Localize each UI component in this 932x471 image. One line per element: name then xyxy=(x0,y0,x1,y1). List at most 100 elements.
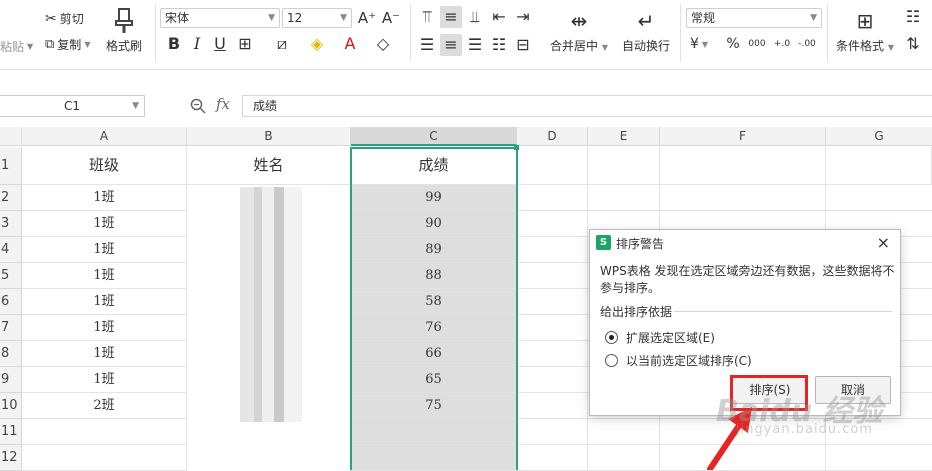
column-header-a[interactable]: A xyxy=(22,127,187,146)
cell-empty[interactable] xyxy=(660,147,826,185)
currency-button[interactable]: ¥ ▼ xyxy=(690,36,708,52)
cell-score[interactable]: 90 xyxy=(351,211,517,237)
justify-icon[interactable]: ☷ xyxy=(488,34,510,56)
fill-color-icon[interactable]: ◈ xyxy=(306,33,328,55)
increase-decimal-button[interactable]: +.0 xyxy=(771,33,793,55)
decrease-indent-icon[interactable]: ⇤ xyxy=(488,6,510,28)
cell-class[interactable]: 1班 xyxy=(22,289,187,315)
cell-b1[interactable]: 姓名 xyxy=(187,147,351,185)
align-right-icon[interactable]: ☰ xyxy=(464,34,486,56)
bold-icon[interactable]: B xyxy=(163,33,185,55)
format-painter-button[interactable]: 格式刷 xyxy=(106,8,142,54)
decrease-font-icon[interactable]: A⁻ xyxy=(380,7,402,29)
cell-class[interactable]: 2班 xyxy=(22,393,187,419)
decrease-decimal-button[interactable]: -.00 xyxy=(796,33,818,55)
font-size-select[interactable]: 12 ▼ xyxy=(282,8,352,28)
row-header[interactable]: 4 xyxy=(0,237,22,263)
cell-class[interactable]: 1班 xyxy=(22,185,187,211)
column-header-d[interactable]: D xyxy=(517,127,588,146)
cell-class[interactable]: 1班 xyxy=(22,341,187,367)
radio-unchecked-icon[interactable] xyxy=(605,354,618,367)
percent-button[interactable]: % xyxy=(722,33,744,55)
cell-score[interactable]: 65 xyxy=(351,367,517,393)
option-current-selection[interactable]: 以当前选定区域排序(C) xyxy=(605,352,752,369)
distributed-icon[interactable]: ⊟ xyxy=(512,34,534,56)
fill-handle[interactable] xyxy=(514,145,519,150)
cell-score[interactable]: 88 xyxy=(351,263,517,289)
align-top-icon[interactable]: ⫪ xyxy=(416,6,438,28)
cell-empty[interactable] xyxy=(517,147,588,185)
number-format-select[interactable]: 常规 ▼ xyxy=(686,8,822,28)
copy-icon: ⧉ xyxy=(45,37,55,52)
font-color-icon[interactable]: A xyxy=(339,33,361,55)
increase-indent-icon[interactable]: ⇥ xyxy=(512,6,534,28)
thousands-button[interactable]: 000 xyxy=(746,33,768,55)
cell-score[interactable]: 66 xyxy=(351,341,517,367)
cell-empty[interactable] xyxy=(351,419,517,445)
cell-score[interactable]: 76 xyxy=(351,315,517,341)
column-header-g[interactable]: G xyxy=(826,127,932,146)
conditional-format-button[interactable]: ⊞ 条件格式 ▼ xyxy=(836,8,894,54)
wrap-text-button[interactable]: ↵ 自动换行 xyxy=(622,8,670,54)
merge-center-button[interactable]: ⇹ 合并居中 ▼ xyxy=(550,8,608,54)
cell-score[interactable]: 75 xyxy=(351,393,517,419)
cell-class[interactable]: 1班 xyxy=(22,315,187,341)
cell-empty[interactable] xyxy=(351,445,517,471)
increase-font-icon[interactable]: A⁺ xyxy=(356,7,378,29)
underline-icon[interactable]: U xyxy=(209,33,231,55)
align-left-icon[interactable]: ☰ xyxy=(416,34,438,56)
clear-format-icon[interactable]: ◇ xyxy=(372,33,394,55)
row-header[interactable]: 7 xyxy=(0,315,22,341)
row-col-icon[interactable]: ⇅ xyxy=(902,33,924,55)
cancel-button[interactable]: 取消 xyxy=(815,376,891,404)
column-header-c[interactable]: C xyxy=(351,127,517,146)
column-header-f[interactable]: F xyxy=(660,127,826,146)
row-header[interactable]: 8 xyxy=(0,341,22,367)
zoom-icon[interactable] xyxy=(190,98,206,114)
cell-class[interactable]: 1班 xyxy=(22,367,187,393)
select-all-corner[interactable] xyxy=(0,127,22,146)
font-name-select[interactable]: 宋体 ▼ xyxy=(160,8,280,28)
borders-icon[interactable]: ⊞ xyxy=(234,33,256,55)
align-middle-icon[interactable]: ≡ xyxy=(440,6,462,28)
cell-class[interactable]: 1班 xyxy=(22,211,187,237)
cell-empty[interactable] xyxy=(22,419,187,445)
row-header[interactable]: 2 xyxy=(0,185,22,211)
cell-empty[interactable] xyxy=(588,147,660,185)
column-header-b[interactable]: B xyxy=(187,127,351,146)
cell-empty[interactable] xyxy=(826,147,932,185)
row-header[interactable]: 12 xyxy=(0,445,22,471)
fill-pattern-icon[interactable]: ⧄ xyxy=(271,33,293,55)
formula-input[interactable]: 成绩 xyxy=(242,95,932,117)
cell-class[interactable]: 1班 xyxy=(22,237,187,263)
option-expand-selection[interactable]: 扩展选定区域(E) xyxy=(605,329,715,346)
align-center-icon[interactable]: ≡ xyxy=(440,34,462,56)
row-header[interactable]: 10 xyxy=(0,393,22,419)
fx-icon[interactable]: fx xyxy=(216,95,230,113)
align-bottom-icon[interactable]: ⫫ xyxy=(464,6,486,28)
row-header[interactable]: 9 xyxy=(0,367,22,393)
row-header[interactable]: 1 xyxy=(0,147,22,185)
close-icon[interactable]: × xyxy=(877,233,890,252)
red-arrow-icon xyxy=(707,407,752,470)
column-header-e[interactable]: E xyxy=(588,127,660,146)
row-header[interactable]: 3 xyxy=(0,211,22,237)
copy-button[interactable]: ⧉ 复制 ▼ xyxy=(45,36,90,53)
cell-style-icon[interactable]: ☷ xyxy=(902,6,924,28)
row-header[interactable]: 5 xyxy=(0,263,22,289)
cell-a1[interactable]: 班级 xyxy=(22,147,187,185)
paste-button[interactable]: 粘贴 ▼ xyxy=(0,38,33,55)
cell-score[interactable]: 58 xyxy=(351,289,517,315)
cell-class[interactable]: 1班 xyxy=(22,263,187,289)
cell-score[interactable]: 89 xyxy=(351,237,517,263)
row-header[interactable]: 6 xyxy=(0,289,22,315)
dialog-titlebar[interactable]: S 排序警告 × xyxy=(590,230,900,256)
cell-empty[interactable] xyxy=(22,445,187,471)
cell-score[interactable]: 99 xyxy=(351,185,517,211)
name-box[interactable]: C1 ▼ xyxy=(0,95,145,117)
cell-c1[interactable]: 成绩 xyxy=(351,147,517,185)
row-header[interactable]: 11 xyxy=(0,419,22,445)
radio-checked-icon[interactable] xyxy=(605,331,618,344)
cut-button[interactable]: ✂ 剪切 xyxy=(45,10,84,27)
italic-icon[interactable]: I xyxy=(186,33,208,55)
